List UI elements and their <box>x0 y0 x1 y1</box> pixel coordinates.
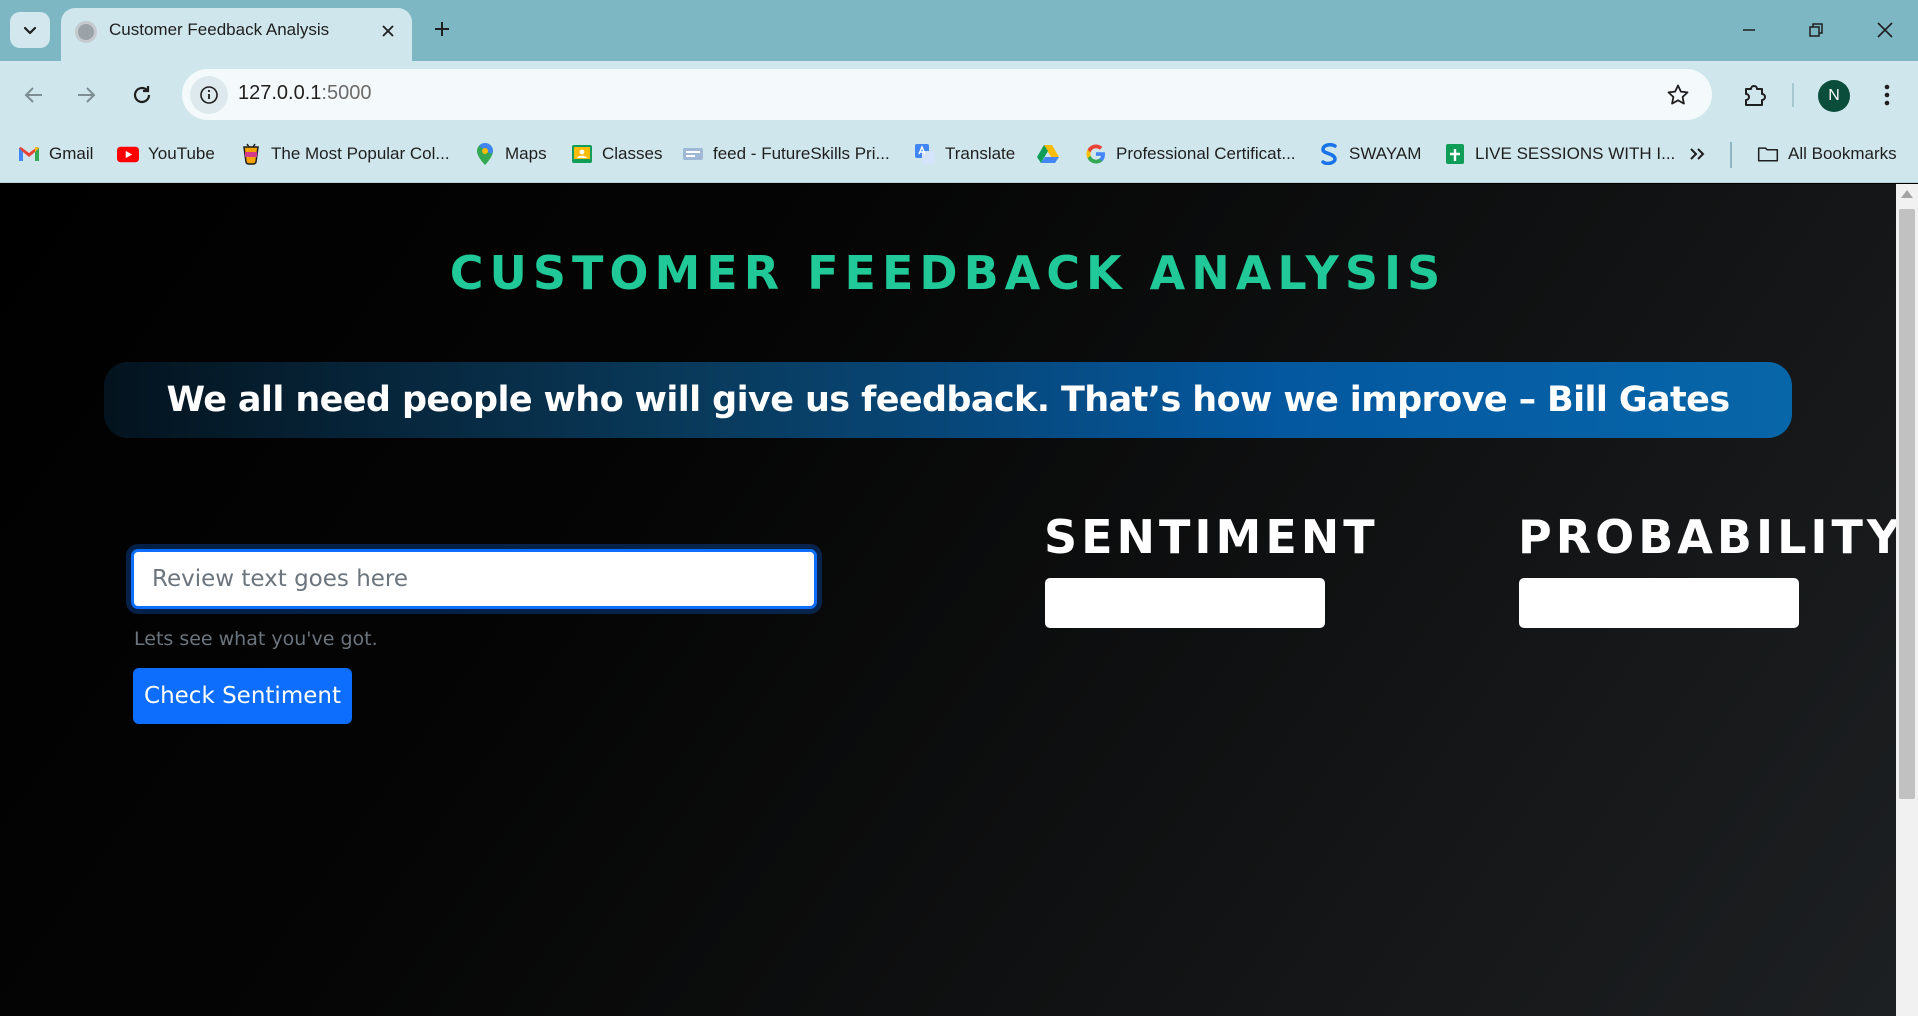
quote-banner: We all need people who will give us feed… <box>104 362 1792 438</box>
back-button[interactable] <box>16 77 52 113</box>
page-viewport: CUSTOMER FEEDBACK ANALYSIS We all need p… <box>0 184 1896 1016</box>
window-close-button[interactable] <box>1858 10 1912 50</box>
chevron-down-icon <box>23 26 37 35</box>
reload-button[interactable] <box>124 77 160 113</box>
puzzle-icon <box>1745 85 1766 106</box>
info-icon <box>200 86 218 104</box>
bookmark-label: The Most Popular Col... <box>271 144 450 163</box>
url-host: 127.0.0.1 <box>238 82 322 104</box>
bookmarks-overflow-button[interactable] <box>1686 140 1708 168</box>
tab-close-button[interactable] <box>374 17 402 45</box>
extensions-button[interactable] <box>1738 77 1772 111</box>
double-chevron-right-icon <box>1686 143 1708 165</box>
sentiment-heading: SENTIMENT <box>1044 510 1379 564</box>
sheets-icon <box>1444 143 1466 165</box>
plus-icon <box>435 22 449 36</box>
review-input[interactable] <box>131 549 817 609</box>
bookmark-gmail[interactable]: Gmail <box>18 140 93 168</box>
url-text: 127.0.0.1:5000 <box>238 82 371 105</box>
tab-strip: Customer Feedback Analysis <box>0 0 1918 61</box>
bookmark-label: Maps <box>505 144 547 163</box>
quote-text: We all need people who will give us feed… <box>166 380 1730 420</box>
scroll-up-arrow-icon[interactable] <box>1901 190 1913 198</box>
bookmark-youtube[interactable]: YouTube <box>117 140 215 168</box>
bookmark-label: Classes <box>602 144 663 163</box>
page-title: CUSTOMER FEEDBACK ANALYSIS <box>449 246 1447 300</box>
close-icon <box>1877 22 1893 38</box>
tab-title: Customer Feedback Analysis <box>109 20 330 39</box>
bookmark-most-popular[interactable]: The Most Popular Col... <box>240 140 450 168</box>
vertical-scrollbar[interactable] <box>1896 184 1918 1016</box>
bookmark-label: Professional Certificat... <box>1116 144 1296 163</box>
address-bar[interactable]: 127.0.0.1:5000 <box>182 69 1712 120</box>
input-help-text: Lets see what you've got. <box>134 628 378 650</box>
bookmark-live-sessions[interactable]: LIVE SESSIONS WITH I... <box>1444 140 1675 168</box>
profile-avatar[interactable]: N <box>1818 80 1850 112</box>
arrow-left-icon <box>24 87 42 103</box>
bookmark-professional-cert[interactable]: Professional Certificat... <box>1085 140 1296 168</box>
bookmark-label: SWAYAM <box>1349 144 1422 163</box>
globe-icon <box>75 21 97 43</box>
probability-heading: PROBABILITY <box>1518 510 1896 564</box>
active-tab[interactable]: Customer Feedback Analysis <box>61 8 412 61</box>
futureskills-icon <box>682 143 704 165</box>
bookmarks-bar: Gmail YouTube The Most Popular Col... Ma… <box>0 128 1918 183</box>
drive-icon <box>1037 143 1059 165</box>
forward-button[interactable] <box>68 77 104 113</box>
bookmark-label: feed - FutureSkills Pri... <box>713 144 890 163</box>
sentiment-output <box>1045 578 1325 628</box>
reload-icon <box>133 86 151 104</box>
bookmark-label: Gmail <box>49 144 94 163</box>
browser-menu-button[interactable] <box>1870 77 1904 113</box>
bookmark-classes[interactable]: Classes <box>571 140 662 168</box>
toolbar-divider <box>1792 83 1794 107</box>
bookmark-swayam[interactable]: SWAYAM <box>1318 140 1421 168</box>
maps-icon <box>474 143 496 165</box>
scroll-thumb[interactable] <box>1899 209 1915 799</box>
google-icon <box>1085 143 1107 165</box>
url-port: :5000 <box>321 82 372 104</box>
bookmark-label: LIVE SESSIONS WITH I... <box>1475 144 1676 163</box>
restore-button[interactable] <box>1789 10 1843 50</box>
star-icon <box>1667 84 1689 105</box>
site-info-button[interactable] <box>190 76 228 114</box>
restore-icon <box>1809 23 1823 37</box>
gmail-icon <box>18 143 40 165</box>
new-tab-button[interactable] <box>427 14 457 44</box>
bookmark-label: YouTube <box>148 144 215 163</box>
bookmarks-divider <box>1730 142 1732 168</box>
minimize-button[interactable] <box>1722 10 1776 50</box>
cup-icon <box>240 143 262 165</box>
close-icon <box>382 25 394 37</box>
browser-toolbar: 127.0.0.1:5000 N <box>0 61 1918 128</box>
swayam-icon <box>1318 143 1340 165</box>
kebab-menu-icon <box>1884 84 1890 106</box>
translate-icon <box>914 143 936 165</box>
bookmark-futureskills[interactable]: feed - FutureSkills Pri... <box>682 140 890 168</box>
all-bookmarks-button[interactable]: All Bookmarks <box>1757 140 1897 168</box>
youtube-icon <box>117 143 139 165</box>
bookmark-translate[interactable]: Translate <box>914 140 1015 168</box>
bookmark-drive[interactable] <box>1037 140 1059 168</box>
arrow-right-icon <box>78 87 96 103</box>
classroom-icon <box>571 143 593 165</box>
minimize-icon <box>1743 29 1755 31</box>
bookmark-label: Translate <box>945 144 1016 163</box>
check-sentiment-button[interactable]: Check Sentiment <box>133 668 352 724</box>
all-bookmarks-label: All Bookmarks <box>1788 144 1897 163</box>
tab-search-button[interactable] <box>10 12 50 48</box>
folder-icon <box>1757 143 1779 165</box>
bookmark-maps[interactable]: Maps <box>474 140 547 168</box>
probability-output <box>1519 578 1799 628</box>
bookmark-star-button[interactable] <box>1664 81 1692 109</box>
